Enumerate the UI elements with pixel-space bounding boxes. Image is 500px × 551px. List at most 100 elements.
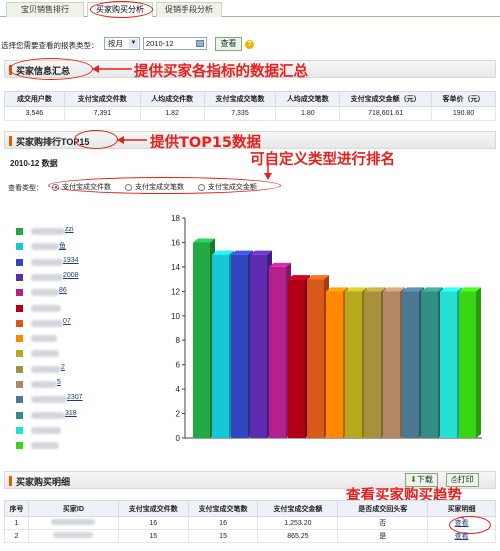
bar: [250, 254, 267, 438]
bar: [383, 291, 400, 438]
bar: [459, 291, 476, 438]
legend-name-redacted: [31, 243, 59, 251]
legend-name-redacted: [31, 365, 61, 373]
legend-swatch: [16, 426, 23, 434]
data-period-label: 2010-12 数据: [10, 159, 58, 168]
bar-side: [476, 287, 481, 438]
legend-name-redacted: [31, 258, 63, 266]
bar: [326, 291, 343, 438]
bar: [269, 266, 286, 438]
annotation-top15: 提供TOP15数据: [150, 135, 262, 151]
summary-cell: 718,601.61: [339, 106, 433, 121]
legend-name-redacted: [31, 289, 59, 297]
bar: [364, 291, 381, 438]
buyer-id[interactable]: [27, 516, 119, 530]
view-button[interactable]: 查看: [215, 37, 242, 51]
top-title-prefix: 买家购排行: [16, 137, 62, 147]
y-tick-label: 10: [171, 312, 180, 321]
summary-header-row: 成交用户数 支付宝成交件数 人均成交件数 支付宝成交笔数 人均成交笔数 支付宝成…: [4, 91, 496, 107]
bar: [345, 291, 362, 438]
help-icon[interactable]: ?: [245, 40, 254, 49]
table-row: 2 15 15 865.25 是 查看: [4, 529, 496, 543]
calendar-icon[interactable]: [196, 40, 204, 47]
row-index: 2: [4, 529, 29, 543]
summary-cell: 1.80: [275, 106, 341, 121]
legend-label[interactable]: 1934: [63, 257, 79, 264]
legend-name-redacted: [31, 396, 67, 404]
bar: [288, 279, 305, 438]
bar: [402, 291, 419, 438]
summary-header: 支付宝成交件数: [63, 91, 141, 107]
view-type-label: 查看类型：: [8, 185, 43, 192]
legend-label[interactable]: 07: [63, 318, 71, 325]
legend-label[interactable]: 2008: [63, 272, 79, 279]
legend-label[interactable]: 2307: [67, 394, 83, 401]
legend-label[interactable]: 86: [59, 287, 67, 294]
legend-swatch: [16, 319, 23, 327]
top15-bar-chart: 0 2 4 6 8 10 12 14 16 18: [171, 214, 482, 443]
y-tick-label: 16: [171, 238, 180, 247]
legend-name-redacted: [31, 319, 63, 327]
legend-swatch: [16, 365, 23, 373]
legend-label[interactable]: 318: [65, 410, 77, 417]
date-input[interactable]: 2010-12: [143, 37, 207, 50]
annotation-ellipse-view: [449, 516, 491, 534]
y-tick-label: 12: [171, 287, 180, 296]
detail-title: 买家购买明细: [16, 477, 71, 487]
detail-header: 支付宝成交笔数: [187, 500, 259, 517]
report-tabs: 宝贝销售排行 买家购买分析 促销手段分析: [0, 0, 500, 17]
legend-label[interactable]: zzi: [65, 226, 74, 233]
legend-swatch: [16, 442, 23, 450]
y-tick-label: 14: [171, 263, 180, 272]
annotation-summary: 提供买家各指标的数据汇总: [134, 64, 308, 80]
legend-name-redacted: [31, 411, 65, 419]
y-tick-label: 2: [176, 410, 181, 419]
summary-header: 人均成交件数: [139, 91, 205, 107]
bar: [212, 254, 229, 438]
row-amount: 865.25: [257, 529, 339, 543]
legend-swatch: [16, 396, 23, 404]
legend-swatch: [16, 411, 23, 419]
row-amount: 1,253.20: [257, 516, 339, 530]
y-tick-label: 0: [176, 434, 181, 443]
report-type-label: 选择您需要查看的报表类型：: [1, 41, 99, 50]
tab-promotion-analysis[interactable]: 促销手段分析: [156, 2, 222, 17]
bar: [421, 291, 438, 438]
bar: [307, 279, 324, 438]
detail-table: 序号 买家ID 支付宝成交件数 支付宝成交笔数 支付宝成交金额 是否成交回头客 …: [4, 500, 496, 543]
summary-row: 3,546 7,391 1.82 7,335 1.80 718,601.61 1…: [4, 106, 496, 121]
annotation-ellipse-top15: [74, 130, 118, 149]
legend-name-redacted: [31, 304, 61, 312]
detail-header: 支付宝成交金额: [257, 500, 339, 517]
summary-header: 成交用户数: [4, 91, 65, 107]
download-icon: ⬇: [410, 475, 417, 484]
bar: [231, 254, 248, 438]
view-detail-link[interactable]: 查看: [455, 533, 469, 540]
legend-name-redacted: [31, 273, 63, 281]
legend-label[interactable]: 2: [61, 364, 65, 371]
legend-name-redacted: [31, 228, 65, 235]
y-tick-label: 8: [176, 336, 181, 345]
legend-swatch: [16, 381, 23, 388]
legend-label[interactable]: 鱼: [59, 241, 66, 251]
legend-swatch: [16, 273, 23, 281]
print-label: 打印: [457, 475, 474, 484]
legend-label[interactable]: 5: [57, 379, 61, 386]
summary-cell: 3,546: [4, 106, 65, 121]
detail-header: 序号: [4, 500, 29, 517]
section-marker: [9, 476, 12, 486]
period-select[interactable]: 按月 ▼: [104, 37, 140, 50]
table-row: 1 16 16 1,253.20 否 查看: [4, 516, 496, 530]
y-tick-label: 6: [176, 361, 181, 370]
bar: [193, 242, 210, 438]
annotation-arrow-top15: [117, 136, 147, 144]
legend-swatch: [16, 304, 23, 312]
row-orders: 15: [187, 529, 259, 543]
row-orders: 16: [187, 516, 259, 530]
buyer-id[interactable]: [27, 529, 119, 543]
annotation-ellipse-radio: [48, 177, 281, 194]
detail-header: 买家ID: [27, 500, 119, 517]
summary-header: 支付宝成交笔数: [203, 91, 277, 107]
tab-sales-ranking[interactable]: 宝贝销售排行: [6, 2, 84, 17]
legend-swatch: [16, 289, 23, 297]
